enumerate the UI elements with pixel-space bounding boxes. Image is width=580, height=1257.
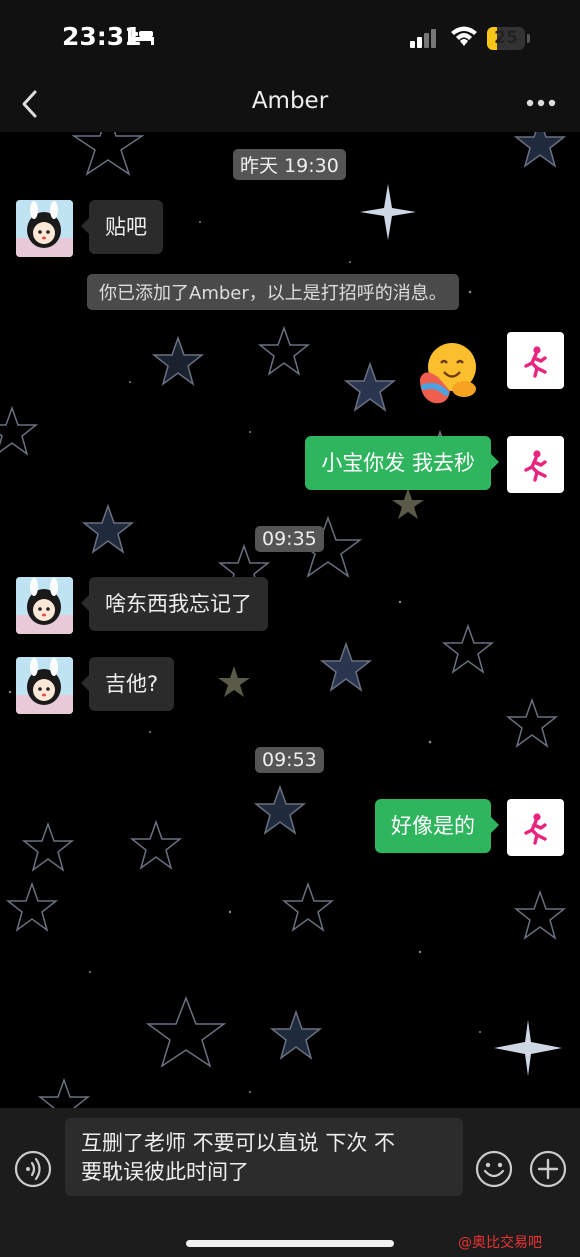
chat-header: Amber (0, 75, 580, 132)
chat-screen: 23:31 25 Amber 昨天 19:30 贴吧 你已添加了Amber，以上… (0, 0, 580, 1257)
draft-line-2: 要耽误彼此时间了 (81, 1160, 249, 1184)
message-bubble-incoming[interactable]: 啥东西我忘记了 (81, 577, 268, 631)
emoji-icon[interactable] (475, 1150, 513, 1188)
timestamp: 09:53 (255, 747, 324, 773)
hug-emoji-sticker[interactable] (414, 337, 484, 407)
wifi-icon (451, 26, 477, 46)
battery-level: 25 (494, 28, 518, 48)
plus-icon[interactable] (529, 1150, 567, 1188)
system-notice: 你已添加了Amber，以上是打招呼的消息。 (87, 274, 459, 310)
contact-avatar[interactable] (16, 200, 73, 257)
chat-area[interactable]: 昨天 19:30 贴吧 你已添加了Amber，以上是打招呼的消息。 小宝你发 我… (0, 132, 580, 1108)
watermark: @奥比交易吧 (458, 1235, 542, 1251)
bed-icon (128, 29, 154, 45)
my-avatar[interactable] (507, 436, 564, 493)
message-bubble-outgoing[interactable]: 好像是的 (375, 799, 499, 853)
contact-avatar[interactable] (16, 657, 73, 714)
anime-girl-icon (16, 200, 73, 257)
battery-nub (527, 34, 530, 43)
signal-icon (410, 29, 436, 48)
anime-girl-icon (16, 577, 73, 634)
message-bubble-outgoing[interactable]: 小宝你发 我去秒 (305, 436, 499, 490)
status-bar: 23:31 25 (0, 0, 580, 75)
chat-title: Amber (251, 88, 329, 114)
message-bubble-incoming[interactable]: 贴吧 (81, 200, 163, 254)
home-indicator[interactable] (186, 1240, 394, 1247)
timestamp: 09:35 (255, 526, 324, 552)
draft-line-1: 互删了老师 不要可以直说 下次 不 (81, 1131, 396, 1155)
my-avatar[interactable] (507, 799, 564, 856)
voice-icon[interactable] (14, 1150, 52, 1188)
message-input[interactable]: 互删了老师 不要可以直说 下次 不要耽误彼此时间了 (65, 1118, 463, 1196)
contact-avatar[interactable] (16, 577, 73, 634)
running-figure-icon (523, 345, 547, 378)
battery-icon: 25 (487, 27, 525, 50)
anime-girl-icon (16, 657, 73, 714)
running-figure-icon (523, 812, 547, 845)
message-bubble-incoming[interactable]: 吉他? (80, 657, 175, 711)
more-horizontal-icon[interactable] (526, 99, 556, 107)
timestamp: 昨天 19:30 (233, 149, 346, 180)
my-avatar[interactable] (507, 332, 564, 389)
running-figure-icon (523, 449, 547, 482)
